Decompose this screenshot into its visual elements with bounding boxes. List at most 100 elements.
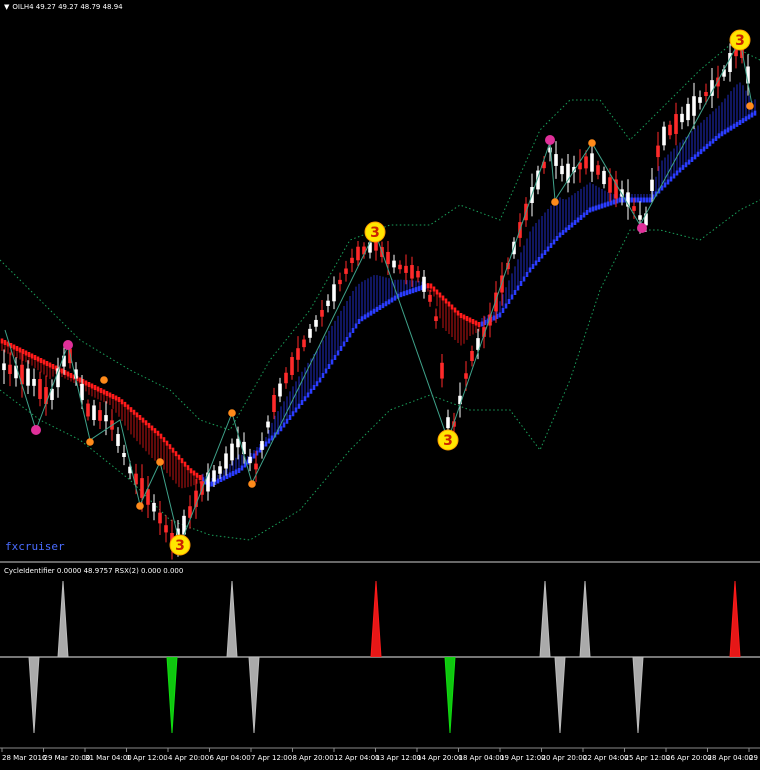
candle-body — [386, 251, 390, 265]
candle-body — [140, 478, 144, 498]
time-label: 26 Apr 20:00 — [666, 754, 712, 762]
ma-dot — [345, 337, 349, 342]
candle-body — [650, 179, 654, 191]
ma-dot — [165, 440, 169, 446]
ma-dot — [507, 299, 511, 304]
ma-dot — [576, 217, 580, 223]
ma-dot — [513, 290, 517, 295]
ma-dot — [39, 358, 43, 363]
ma-dot — [597, 204, 601, 210]
ma-dot — [267, 438, 271, 444]
ma-dot — [144, 420, 148, 426]
ma-dot — [498, 312, 502, 318]
candle-body — [122, 452, 126, 458]
candle-body — [62, 355, 66, 367]
ma-dot — [186, 465, 190, 471]
price-chart[interactable]: 3 3 3 3 — [0, 0, 760, 770]
ma-dot — [525, 272, 529, 277]
ma-dot — [645, 197, 649, 203]
candle-body — [422, 276, 426, 292]
ma-dot — [297, 403, 301, 409]
ma-dot — [78, 377, 82, 383]
cycle-spike — [58, 581, 68, 657]
ma-dot — [18, 347, 22, 353]
cycle-spike — [540, 581, 550, 657]
swing-marker — [100, 376, 108, 384]
ma-dot — [177, 454, 181, 460]
ma-dot — [492, 315, 496, 321]
ma-dot — [618, 197, 622, 203]
symbol-header: ▼ OILH4 49.27 49.27 48.79 48.94 — [4, 3, 123, 11]
time-label: 29 Apr — [749, 754, 760, 762]
ma-dot — [546, 246, 550, 252]
ma-dot — [294, 407, 298, 413]
candle-body — [92, 405, 96, 421]
lower-envelope — [0, 199, 760, 541]
ma-dot — [375, 306, 379, 312]
ma-dot — [315, 381, 319, 387]
ma-dot — [60, 368, 64, 374]
candle-body — [32, 378, 36, 386]
zigzag-line — [4, 38, 753, 547]
cycle-spike — [167, 657, 177, 733]
ma-dot — [381, 303, 385, 309]
ma-dot — [582, 212, 586, 218]
symbol-ohlc: OILH4 49.27 49.27 48.79 48.94 — [12, 3, 123, 11]
wave-label: 3 — [735, 33, 745, 49]
ma-dot — [459, 313, 463, 318]
ma-dot — [558, 232, 562, 238]
ma-dot — [321, 373, 325, 378]
ma-dot — [441, 295, 445, 301]
candle-body — [44, 387, 48, 405]
ma-dot — [519, 281, 523, 286]
ma-dot — [663, 182, 667, 188]
ma-dot — [189, 468, 193, 474]
ma-dot — [96, 386, 100, 392]
ma-dot — [594, 205, 598, 211]
ma-dot — [669, 176, 673, 182]
ma-dot — [378, 305, 382, 310]
ma-dot — [696, 151, 700, 157]
ma-dot — [450, 304, 454, 310]
ma-dot — [738, 120, 742, 125]
candle-body — [152, 502, 156, 512]
candle-body — [362, 246, 366, 255]
candle-body — [404, 265, 408, 273]
chart-window[interactable]: 3 3 3 3 ▼ OILH4 49.27 49.27 48.79 48.94 fxcr… — [0, 0, 760, 770]
ma-dot — [231, 471, 235, 476]
ma-dot — [675, 170, 679, 176]
ma-dot — [147, 422, 151, 428]
triangle-down-icon[interactable]: ▼ — [4, 3, 9, 11]
ma-dot — [702, 146, 706, 152]
candle-body — [554, 154, 558, 166]
ma-dot — [129, 407, 133, 413]
ma-dot — [192, 470, 196, 476]
candle-body — [104, 415, 108, 422]
ma-dot — [69, 373, 73, 378]
ma-dot — [741, 118, 745, 124]
ma-dot — [570, 222, 574, 228]
time-label: 29 Mar 20:00 — [43, 754, 91, 762]
ma-dot — [15, 346, 19, 351]
ma-dot — [237, 468, 241, 473]
ma-dot — [753, 110, 757, 116]
ma-dot — [3, 340, 7, 345]
ma-dot — [636, 197, 640, 203]
ma-dot — [549, 243, 553, 248]
ma-dot — [462, 314, 466, 320]
ma-dot — [390, 297, 394, 303]
ma-dot — [705, 143, 709, 149]
candle-body — [218, 466, 222, 474]
ma-dot — [717, 133, 721, 139]
ma-dot — [264, 441, 268, 447]
ma-dot — [108, 392, 112, 398]
candle-body — [668, 124, 672, 136]
ma-dot — [567, 225, 571, 230]
ma-dot — [417, 286, 421, 292]
candle-body — [296, 348, 300, 360]
ma-dot — [279, 426, 283, 432]
candle-body — [434, 316, 438, 322]
candle-body — [638, 215, 642, 220]
candle-body — [116, 434, 120, 446]
candle-body — [260, 441, 264, 450]
